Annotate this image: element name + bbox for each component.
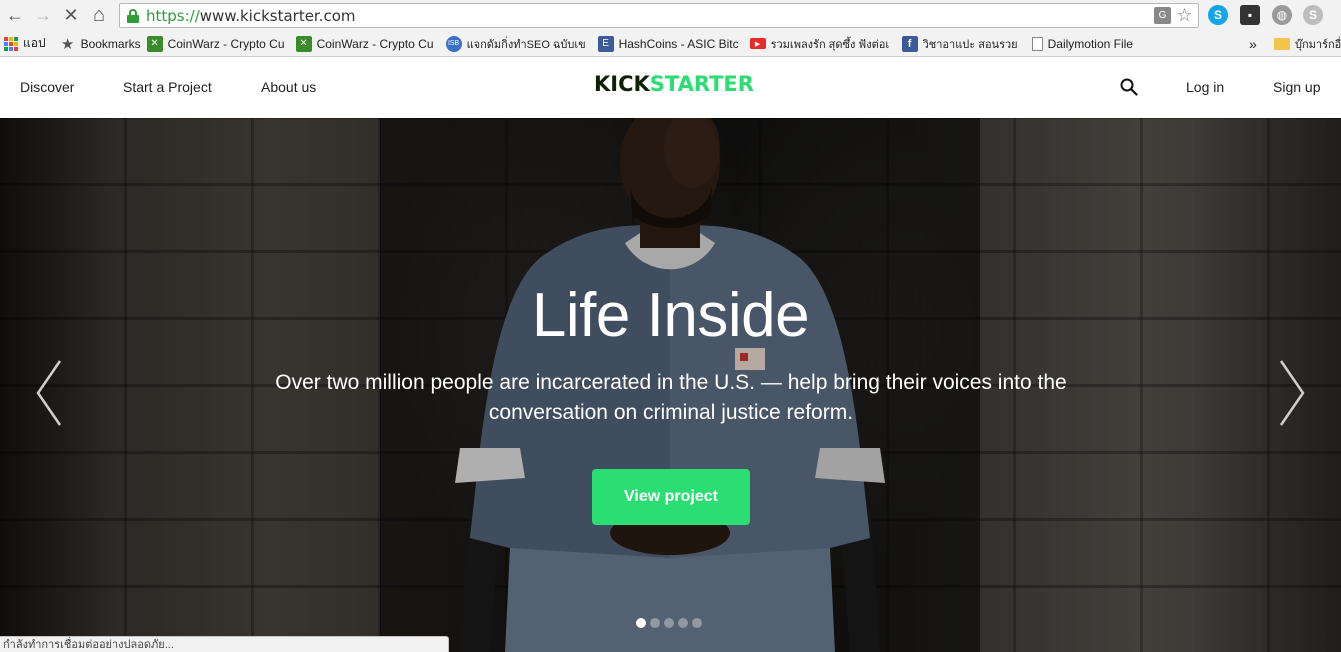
globe-extension-icon[interactable]: ◍ <box>1272 5 1292 25</box>
bookmark-label: แอป <box>23 36 46 50</box>
hero-subtitle: Over two million people are incarcerated… <box>275 371 1067 424</box>
star-icon: ★ <box>60 35 75 52</box>
kickstarter-logo[interactable]: KICKSTARTER <box>594 72 754 96</box>
bookmark-label: CoinWarz - Crypto Cu <box>316 36 434 51</box>
lock-icon <box>126 8 140 23</box>
bookmarks-bar: แอป ★ Bookmarks ✕ CoinWarz - Crypto Cu ✕… <box>0 31 1341 57</box>
browser-status-bubble: กำลังทำการเชื่อมต่ออย่างปลอดภัย... <box>0 636 449 652</box>
youtube-icon: ▶ <box>749 38 766 49</box>
carousel-dot[interactable] <box>636 618 646 628</box>
back-arrow-icon: ← <box>6 5 24 25</box>
browser-toolbar: ← → ✕ ⌂ https://www.kickstarter.com G ☆ … <box>0 0 1341 31</box>
bookmark-label: CoinWarz - Crypto Cu <box>167 36 285 51</box>
bookmark-label: HashCoins - ASIC Bitc <box>618 36 739 51</box>
site-header: Discover Start a Project About us KICKST… <box>0 58 1341 118</box>
bookmark-seo[interactable]: ISB แจกดัมกิ่งทำSEO ฉบับเข <box>445 35 592 53</box>
bookmark-label: วิชาอาแปะ สอนรวย <box>922 38 1018 51</box>
login-link[interactable]: Log in <box>1186 79 1224 95</box>
bookmark-apps[interactable]: แอป <box>0 34 46 53</box>
folder-icon <box>1274 37 1290 50</box>
apps-grid-icon <box>4 36 18 51</box>
hero-carousel: Life Inside Over two million people are … <box>0 118 1341 652</box>
other-bookmarks-label: บุ๊กมาร์กอื่ <box>1295 38 1341 51</box>
logo-kick: KICK <box>594 72 650 96</box>
globe-badge-icon: ISB <box>445 35 462 52</box>
document-icon <box>1031 36 1043 51</box>
home-icon: ⌂ <box>92 4 106 26</box>
bookmarks-overflow-button[interactable]: » <box>1249 36 1257 52</box>
address-bar[interactable]: https://www.kickstarter.com G ☆ <box>119 3 1199 28</box>
skype-gray-extension-icon[interactable]: S <box>1303 5 1323 25</box>
url-text[interactable]: https://www.kickstarter.com <box>146 7 356 25</box>
view-project-button[interactable]: View project <box>592 469 750 525</box>
search-icon[interactable] <box>1120 78 1138 96</box>
url-host: www.kickstarter.com <box>199 6 356 25</box>
logo-starter: STARTER <box>649 72 754 96</box>
carousel-dot[interactable] <box>678 618 688 628</box>
carousel-next-chevron-icon[interactable] <box>1277 358 1307 428</box>
nav-start-project[interactable]: Start a Project <box>123 79 212 95</box>
url-scheme: https:// <box>146 6 200 25</box>
bookmark-coinwarz-1[interactable]: ✕ CoinWarz - Crypto Cu <box>146 35 290 52</box>
skype-extension-icon[interactable]: S <box>1208 5 1228 25</box>
bookmark-star-icon[interactable]: ☆ <box>1175 5 1194 25</box>
carousel-dot[interactable] <box>692 618 702 628</box>
translate-icon[interactable]: G <box>1154 7 1171 24</box>
bookmark-youtube[interactable]: ▶ รวมเพลงรัก สุดซึ้ง ฟังต่อเ <box>749 35 896 53</box>
bookmark-coinwarz-2[interactable]: ✕ CoinWarz - Crypto Cu <box>295 35 440 52</box>
carousel-prev-chevron-icon[interactable] <box>34 358 64 428</box>
back-button[interactable]: ← <box>2 3 28 29</box>
close-icon: ✕ <box>63 5 79 25</box>
carousel-dot[interactable] <box>664 618 674 628</box>
stop-loading-button[interactable]: ✕ <box>58 3 84 29</box>
bookmark-hashcoins[interactable]: E HashCoins - ASIC Bitc <box>597 35 744 52</box>
forward-button[interactable]: → <box>30 3 56 29</box>
hashcoins-icon: E <box>597 35 614 52</box>
bookmark-label: รวมเพลงรัก สุดซึ้ง ฟังต่อเ <box>770 38 890 51</box>
coinwarz-icon: ✕ <box>146 35 163 52</box>
carousel-pagination <box>636 618 702 628</box>
signup-link[interactable]: Sign up <box>1273 79 1320 95</box>
home-button[interactable]: ⌂ <box>86 3 112 29</box>
nav-about-us[interactable]: About us <box>261 79 316 95</box>
bookmark-label: Dailymotion File <box>1047 36 1133 51</box>
bookmark-label: Bookmarks <box>80 36 141 51</box>
facebook-icon: f <box>901 35 918 52</box>
bookmark-facebook[interactable]: f วิชาอาแปะ สอนรวย <box>901 35 1018 53</box>
nav-discover[interactable]: Discover <box>20 79 74 95</box>
coinwarz-icon: ✕ <box>295 35 312 52</box>
hero-title: Life Inside <box>531 281 810 350</box>
extension-dark-icon[interactable]: ▪ <box>1240 5 1260 25</box>
other-bookmarks-folder[interactable]: บุ๊กมาร์กอื่ <box>1274 35 1341 53</box>
bookmark-label: แจกดัมกิ่งทำSEO ฉบับเข <box>466 38 586 51</box>
carousel-dot[interactable] <box>650 618 660 628</box>
bookmark-bookmarks[interactable]: ★ Bookmarks <box>60 36 141 52</box>
forward-arrow-icon: → <box>34 5 52 25</box>
bookmark-dailymotion[interactable]: Dailymotion File <box>1031 36 1133 51</box>
